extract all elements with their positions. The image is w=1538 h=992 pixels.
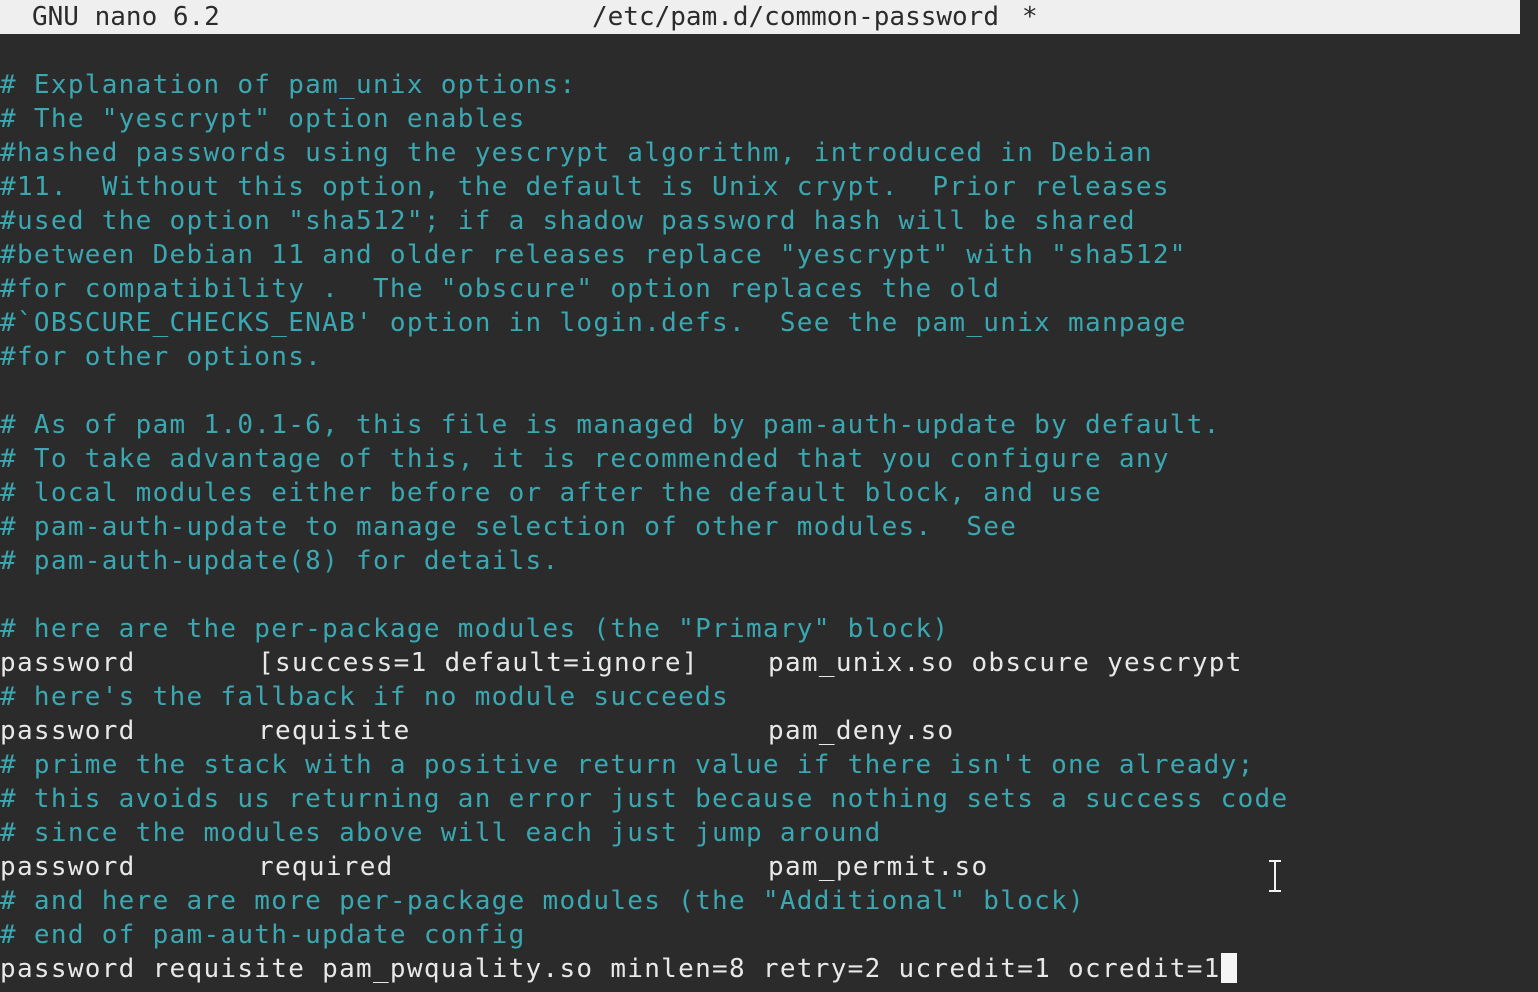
comment-line: #`OBSCURE_CHECKS_ENAB' option in login.d… xyxy=(0,308,1187,338)
ibeam-pointer-icon xyxy=(1268,860,1282,892)
pam-rule-line: password [success=1 default=ignore] pam_… xyxy=(0,646,1538,680)
rule-module: pam_deny.so xyxy=(768,716,955,746)
pam-rule-line: password requisite pam_deny.so xyxy=(0,714,1538,748)
rule-type: password xyxy=(0,648,136,678)
rule-control: required xyxy=(258,852,394,882)
edited-line[interactable]: password requisite pam_pwquality.so minl… xyxy=(0,952,1538,986)
comment-line: #11. Without this option, the default is… xyxy=(0,172,1170,202)
comment-line: # end of pam-auth-update config xyxy=(0,920,526,950)
comment-line: # this avoids us returning an error just… xyxy=(0,784,1289,814)
comment-line: # since the modules above will each just… xyxy=(0,818,882,848)
rule-module: pam_unix.so obscure yescrypt xyxy=(768,648,1243,678)
comment-line: # local modules either before or after t… xyxy=(0,478,1102,508)
comment-line: # pam-auth-update(8) for details. xyxy=(0,546,560,576)
rule-module: pam_permit.so xyxy=(768,852,989,882)
edited-line-text: password requisite pam_pwquality.so minl… xyxy=(0,954,1221,984)
rule-control: [success=1 default=ignore] xyxy=(258,648,699,678)
pam-rule-line: password required pam_permit.so xyxy=(0,850,1538,884)
rule-type: password xyxy=(0,716,136,746)
comment-line: # Explanation of pam_unix options: xyxy=(0,70,577,100)
rule-control: requisite xyxy=(258,716,411,746)
comment-line: # here are the per-package modules (the … xyxy=(0,614,950,644)
nano-title-bar: GNU nano 6.2 /etc/pam.d/common-password … xyxy=(0,0,1520,34)
comment-line: # To take advantage of this, it is recom… xyxy=(0,444,1170,474)
editor-text-area[interactable]: # Explanation of pam_unix options: # The… xyxy=(0,68,1538,986)
comment-line: #used the option "sha512"; if a shadow p… xyxy=(0,206,1136,236)
comment-line: #for other options. xyxy=(0,342,323,372)
modified-indicator: * xyxy=(1022,2,1038,32)
file-path: /etc/pam.d/common-password xyxy=(592,2,999,32)
comment-line: # here's the fallback if no module succe… xyxy=(0,682,729,712)
comment-line: #hashed passwords using the yescrypt alg… xyxy=(0,138,1153,168)
comment-line: #for compatibility . The "obscure" optio… xyxy=(0,274,1001,304)
comment-line: #between Debian 11 and older releases re… xyxy=(0,240,1187,270)
comment-line: # prime the stack with a positive return… xyxy=(0,750,1255,780)
comment-line: # pam-auth-update to manage selection of… xyxy=(0,512,1018,542)
text-cursor xyxy=(1220,953,1237,983)
editor-version: GNU nano 6.2 xyxy=(32,2,220,32)
comment-line: # and here are more per-package modules … xyxy=(0,886,1086,916)
comment-line: # The "yescrypt" option enables xyxy=(0,104,526,134)
rule-type: password xyxy=(0,852,136,882)
comment-line: # As of pam 1.0.1-6, this file is manage… xyxy=(0,410,1221,440)
